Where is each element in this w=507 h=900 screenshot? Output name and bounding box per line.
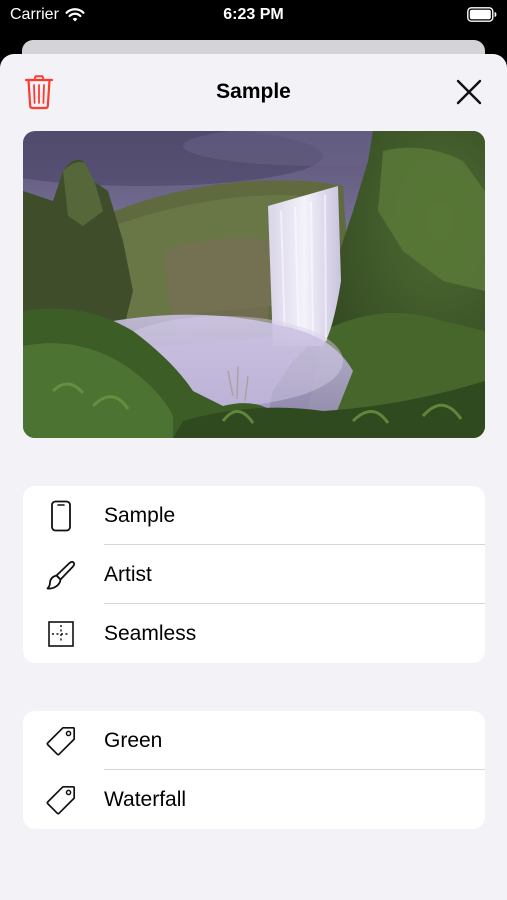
list-item-label: Sample — [104, 504, 176, 527]
list-item-tag-green[interactable]: Green — [23, 711, 485, 770]
battery-icon — [467, 7, 497, 22]
list-item-sample[interactable]: Sample — [23, 486, 485, 545]
info-list: Sample Artist Seamless — [23, 486, 485, 663]
list-item-label: Waterfall — [104, 788, 187, 811]
detail-sheet: Sample Sample Artist Seamless Green Wate… — [0, 54, 507, 900]
paintbrush-icon — [45, 559, 77, 591]
list-item-label: Artist — [104, 563, 152, 586]
trash-icon[interactable] — [24, 74, 54, 110]
status-bar: Carrier 6:23 PM — [0, 0, 507, 34]
tag-list: Green Waterfall — [23, 711, 485, 829]
list-item-label: Seamless — [104, 622, 197, 645]
list-item-label: Green — [104, 729, 163, 752]
status-time: 6:23 PM — [223, 6, 284, 23]
close-icon[interactable] — [455, 78, 483, 106]
sheet-title: Sample — [216, 80, 291, 103]
phone-icon — [45, 500, 77, 532]
list-item-artist[interactable]: Artist — [23, 545, 485, 604]
tag-icon — [45, 784, 77, 816]
tag-icon — [45, 725, 77, 757]
seamless-grid-icon — [45, 618, 77, 650]
list-item-seamless[interactable]: Seamless — [23, 604, 485, 663]
list-item-tag-waterfall[interactable]: Waterfall — [23, 770, 485, 829]
wallpaper-preview-image — [23, 131, 485, 438]
